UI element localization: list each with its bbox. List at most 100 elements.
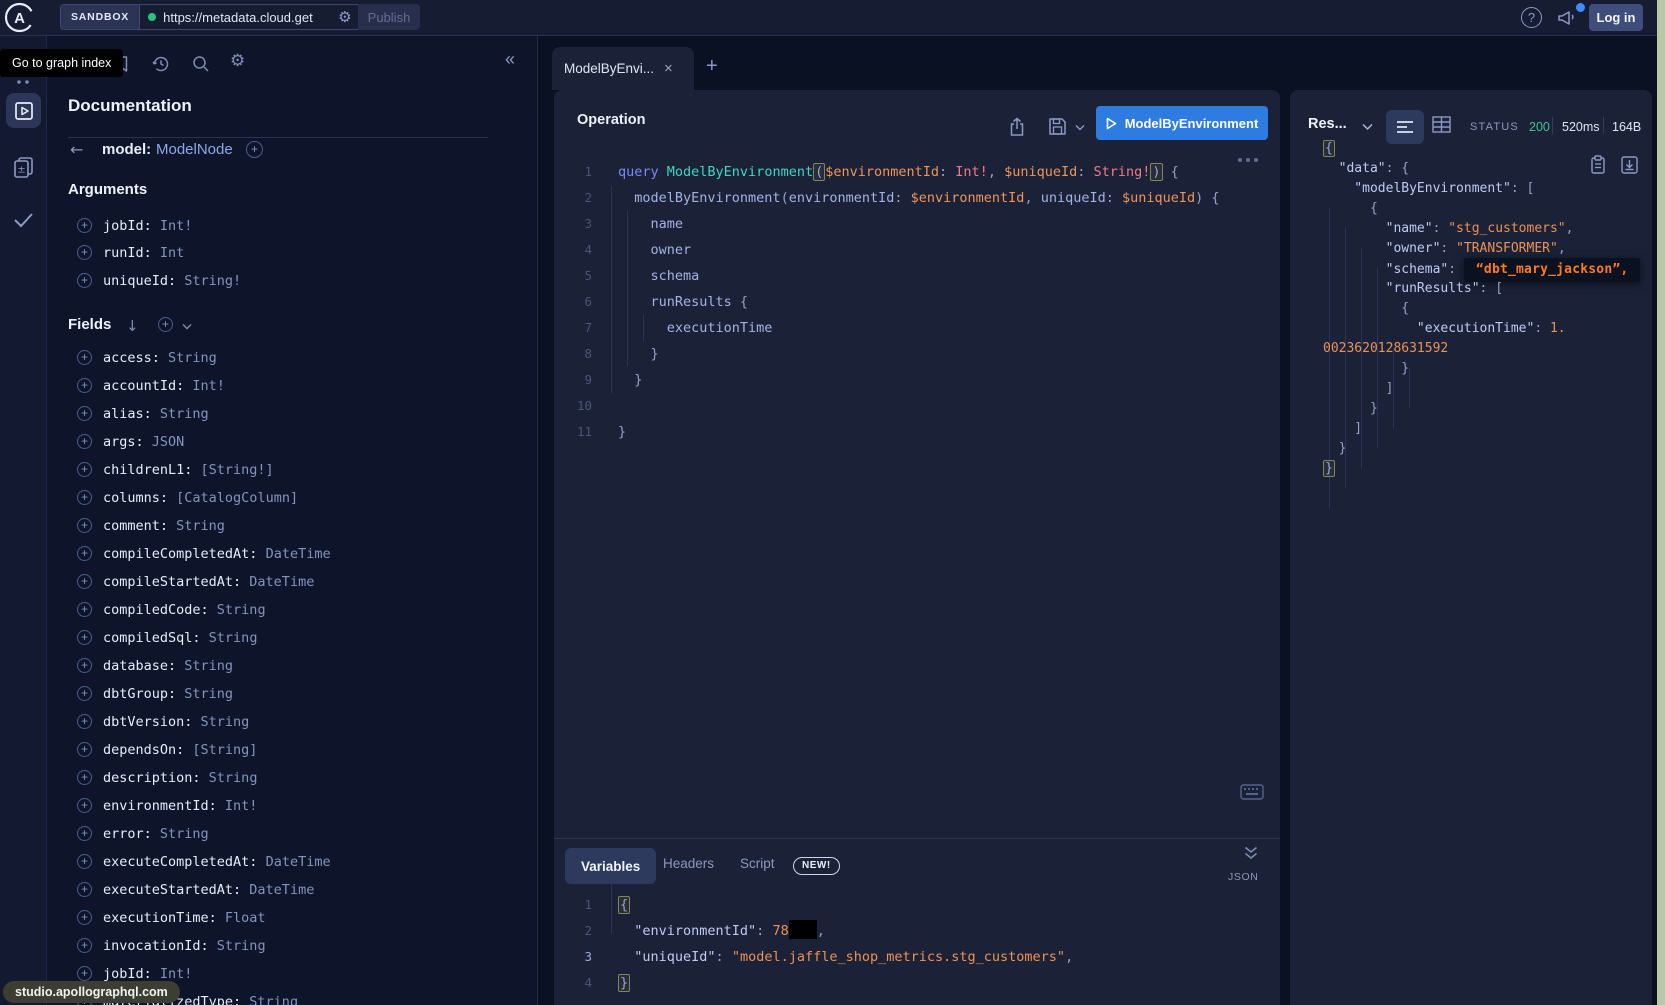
response-dropdown-chevron-icon[interactable]	[1362, 123, 1373, 131]
add-field-icon[interactable]: +	[77, 742, 92, 757]
field-row[interactable]: +dependsOn: [String]	[77, 736, 257, 764]
field-type[interactable]: String	[152, 826, 209, 842]
field-type[interactable]: Int!	[152, 966, 193, 982]
schema-documents-icon[interactable]: ±	[12, 155, 35, 180]
publish-button[interactable]: Publish	[358, 4, 420, 30]
field-row[interactable]: +database: String	[77, 652, 233, 680]
field-row[interactable]: +access: String	[77, 344, 217, 372]
code-line[interactable]: 11}	[554, 419, 1280, 445]
code-line[interactable]: 6 runResults {	[554, 289, 1280, 315]
field-row[interactable]: +accountId: Int!	[77, 372, 225, 400]
add-field-icon[interactable]: +	[77, 630, 92, 645]
response-title[interactable]: Res...	[1308, 116, 1347, 132]
add-field-icon[interactable]: +	[77, 406, 92, 421]
field-row[interactable]: +error: String	[77, 820, 209, 848]
add-field-icon[interactable]: +	[77, 686, 92, 701]
field-row[interactable]: +columns: [CatalogColumn]	[77, 484, 298, 512]
field-type[interactable]: String	[176, 658, 233, 674]
table-view-icon[interactable]	[1432, 116, 1451, 133]
code-line[interactable]: 4 owner	[554, 237, 1280, 263]
code-line[interactable]: 3 name	[554, 211, 1280, 237]
code-line[interactable]: 10	[554, 393, 1280, 419]
add-tab-icon[interactable]: +	[706, 55, 718, 78]
code-line[interactable]: 7 executionTime	[554, 315, 1280, 341]
raw-view-toggle-button[interactable]	[1386, 110, 1424, 144]
field-type[interactable]: JSON	[144, 434, 185, 450]
field-row[interactable]: +executionTime: Float	[77, 904, 266, 932]
add-field-icon[interactable]: +	[77, 658, 92, 673]
add-field-icon[interactable]: +	[77, 714, 92, 729]
field-type[interactable]: String	[241, 994, 298, 1005]
field-row[interactable]: +args: JSON	[77, 428, 184, 456]
code-line[interactable]: 9 }	[554, 367, 1280, 393]
field-type[interactable]: Float	[217, 910, 266, 926]
add-field-icon[interactable]: +	[77, 938, 92, 953]
code-line[interactable]: 2 "environmentId": 78,	[554, 918, 1280, 944]
add-field-icon[interactable]: +	[77, 966, 92, 981]
megaphone-icon[interactable]	[1556, 8, 1578, 28]
code-line[interactable]: 4}	[554, 970, 1280, 996]
field-row[interactable]: +compileStartedAt: DateTime	[77, 568, 314, 596]
field-type[interactable]: String	[209, 938, 266, 954]
add-field-icon[interactable]: +	[77, 378, 92, 393]
graph-url-input[interactable]: https://metadata.cloud.get ⚙	[140, 5, 360, 29]
add-field-icon[interactable]: +	[77, 882, 92, 897]
add-field-icon[interactable]: +	[77, 854, 92, 869]
apollo-logo[interactable]: A	[4, 2, 35, 33]
code-line[interactable]: 3 "uniqueId": "model.jaffle_shop_metrics…	[554, 944, 1280, 970]
add-field-icon[interactable]: +	[77, 826, 92, 841]
field-type[interactable]: DateTime	[257, 854, 330, 870]
field-type[interactable]: String	[201, 630, 258, 646]
operations-tab-selected[interactable]	[6, 93, 41, 128]
code-line[interactable]: 2 modelByEnvironment(environmentId: $env…	[554, 185, 1280, 211]
code-line[interactable]: 5 schema	[554, 263, 1280, 289]
field-type[interactable]: String	[168, 518, 225, 534]
field-type[interactable]: String	[201, 770, 258, 786]
field-type[interactable]: Int!	[217, 798, 258, 814]
field-row[interactable]: +compileCompletedAt: DateTime	[77, 540, 331, 568]
url-settings-icon[interactable]: ⚙	[338, 10, 351, 25]
field-type[interactable]: [String!]	[192, 462, 273, 478]
field-type[interactable]: String	[192, 714, 249, 730]
add-field-icon[interactable]: +	[77, 350, 92, 365]
field-type[interactable]: Int!	[184, 378, 225, 394]
field-row[interactable]: +environmentId: Int!	[77, 792, 257, 820]
field-row[interactable]: +dbtVersion: String	[77, 708, 249, 736]
field-type[interactable]: String	[152, 406, 209, 422]
field-row[interactable]: +dbtGroup: String	[77, 680, 233, 708]
add-field-icon[interactable]: +	[77, 910, 92, 925]
help-icon[interactable]: ?	[1521, 7, 1542, 28]
field-type[interactable]: DateTime	[241, 882, 314, 898]
field-type[interactable]: String	[176, 686, 233, 702]
field-type[interactable]: String	[160, 350, 217, 366]
add-field-icon[interactable]: +	[77, 798, 92, 813]
variables-editor[interactable]: 1{2 "environmentId": 78,3 "uniqueId": "m…	[554, 838, 1280, 1005]
field-row[interactable]: +compiledSql: String	[77, 624, 257, 652]
operation-editor[interactable]: 1query ModelByEnvironment($environmentId…	[554, 90, 1280, 750]
field-row[interactable]: +comment: String	[77, 512, 225, 540]
keyboard-shortcuts-icon[interactable]	[1240, 784, 1264, 800]
field-row[interactable]: +executeCompletedAt: DateTime	[77, 848, 331, 876]
field-type[interactable]: DateTime	[241, 574, 314, 590]
code-line[interactable]: 1{	[554, 892, 1280, 918]
field-row[interactable]: +invocationId: String	[77, 932, 266, 960]
add-field-icon[interactable]: +	[77, 546, 92, 561]
field-row[interactable]: +compiledCode: String	[77, 596, 266, 624]
code-line[interactable]: 1query ModelByEnvironment($environmentId…	[554, 159, 1280, 185]
add-field-icon[interactable]: +	[77, 462, 92, 477]
code-line[interactable]: 8 }	[554, 341, 1280, 367]
field-row[interactable]: +alias: String	[77, 400, 209, 428]
field-row[interactable]: +childrenL1: [String!]	[77, 456, 274, 484]
add-field-icon[interactable]: +	[77, 518, 92, 533]
field-type[interactable]: [CatalogColumn]	[168, 490, 298, 506]
sandbox-badge[interactable]: SANDBOX	[61, 5, 140, 29]
login-button[interactable]: Log in	[1589, 4, 1643, 31]
field-type[interactable]: [String]	[184, 742, 257, 758]
add-field-icon[interactable]: +	[77, 770, 92, 785]
add-field-icon[interactable]: +	[77, 434, 92, 449]
field-row[interactable]: +description: String	[77, 764, 257, 792]
checkmark-icon[interactable]	[12, 210, 35, 230]
field-type[interactable]: String	[209, 602, 266, 618]
url-text[interactable]: https://metadata.cloud.get	[163, 10, 331, 25]
field-type[interactable]: DateTime	[257, 546, 330, 562]
